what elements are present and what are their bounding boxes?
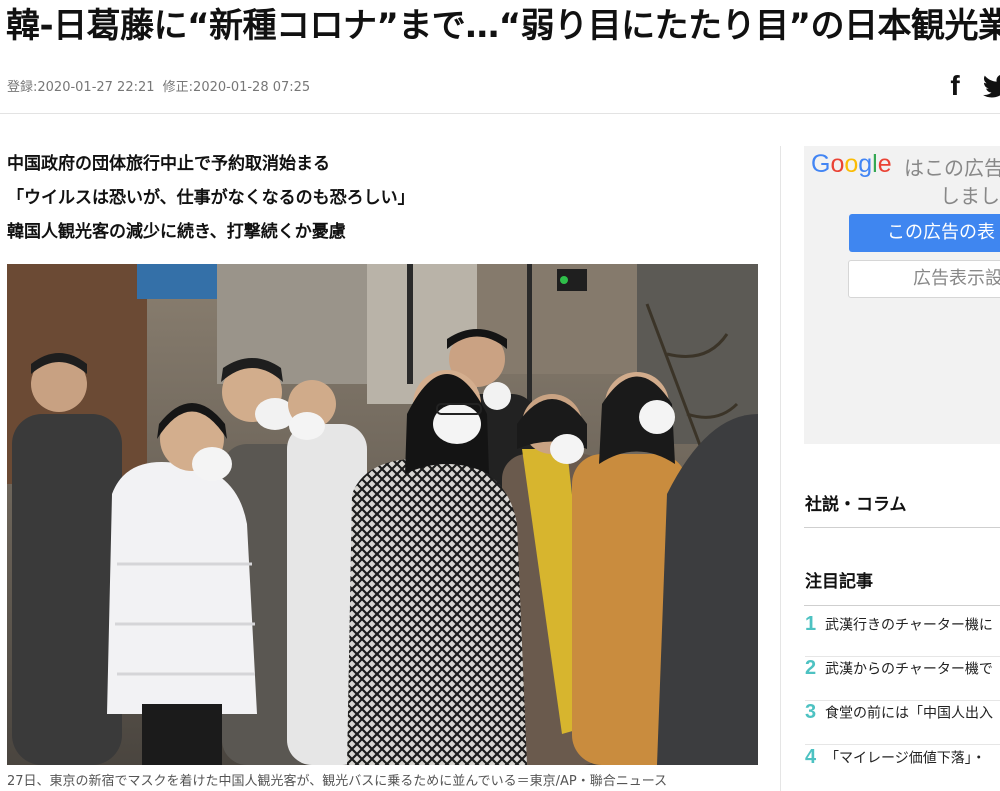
google-letter: G xyxy=(811,150,831,178)
facebook-share-icon[interactable]: f xyxy=(944,72,966,100)
popular-item-4[interactable]: 4 「マイレージ価値下落」・ xyxy=(805,746,1000,788)
ad-message-line1: はこの広告 xyxy=(904,156,1000,180)
photo-caption: 27日、東京の新宿でマスクを着けた中国人観光客が、観光バスに乗るために並んでいる… xyxy=(7,774,668,789)
rank-number: 1 xyxy=(805,613,817,635)
modified-date: 修正:2020-01-28 07:25 xyxy=(162,80,311,95)
article-timestamps: 登録:2020-01-27 22:21 修正:2020-01-28 07:25 xyxy=(7,76,310,95)
popular-section-title: 注目記事 xyxy=(805,572,873,592)
google-letter: o xyxy=(844,150,859,178)
google-logo: Google xyxy=(811,150,892,179)
rank-number: 2 xyxy=(805,657,817,679)
subhead-3: 韓国人観光客の減少に続き、打撃続くか憂慮 xyxy=(7,222,346,242)
rank-number: 3 xyxy=(805,701,817,723)
popular-item-title: 武漢行きのチャーター機に xyxy=(825,617,993,634)
popular-item-3[interactable]: 3 食堂の前には「中国人出入 xyxy=(805,701,1000,743)
popular-item-1[interactable]: 1 武漢行きのチャーター機に xyxy=(805,613,1000,655)
subhead-2: 「ウイルスは恐いが、仕事がなくなるのも恐ろしい」 xyxy=(7,188,415,208)
opinion-section-title[interactable]: 社説・コラム xyxy=(805,490,907,515)
item-divider xyxy=(805,744,1000,745)
popular-item-2[interactable]: 2 武漢からのチャーター機で xyxy=(805,657,1000,699)
popular-item-title: 食堂の前には「中国人出入 xyxy=(825,705,993,722)
article-subheads: 中国政府の団体旅行中止で予約取消始まる 「ウイルスは恐いが、仕事がなくなるのも恐… xyxy=(7,147,767,249)
popular-divider xyxy=(804,605,1000,606)
ad-message-line2: しまし xyxy=(940,184,1000,208)
google-letter: g xyxy=(858,150,873,178)
google-letter: o xyxy=(830,150,845,178)
popular-item-title: 「マイレージ価値下落」・ xyxy=(825,750,986,767)
twitter-share-icon[interactable] xyxy=(982,74,1000,100)
subhead-1: 中国政府の団体旅行中止で予約取消始まる xyxy=(7,154,330,174)
opinion-divider xyxy=(804,527,1000,528)
ad-settings-button[interactable]: 広告表示設 xyxy=(848,260,1000,298)
header-divider xyxy=(0,113,1000,114)
column-divider xyxy=(780,146,781,791)
rank-number: 4 xyxy=(805,746,817,768)
article-headline: 韓-日葛藤に“新種コロナ”まで…“弱り目にたたり目”の日本観光業界 xyxy=(6,6,1000,46)
article-photo xyxy=(7,264,758,765)
popular-item-title: 武漢からのチャーター機で xyxy=(825,661,993,678)
google-letter: e xyxy=(877,150,892,178)
google-ad-panel: Google はこの広告 しまし この広告の表 広告表示設 xyxy=(804,146,1000,444)
registered-date: 登録:2020-01-27 22:21 xyxy=(7,80,155,95)
ad-stop-button[interactable]: この広告の表 xyxy=(849,214,1000,252)
